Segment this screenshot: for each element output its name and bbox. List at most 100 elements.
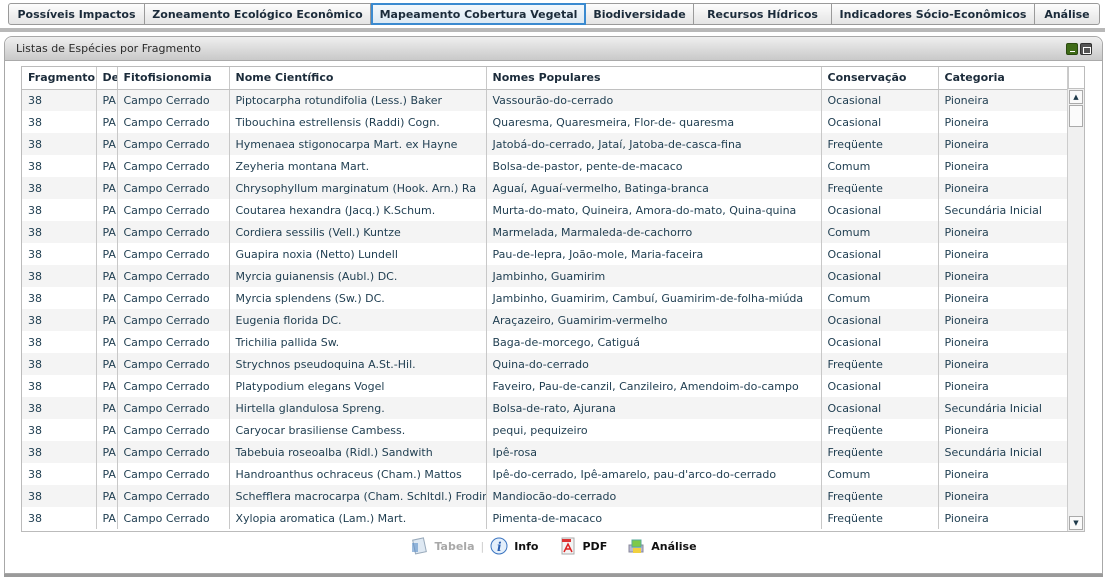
restore-icon[interactable] [1080, 43, 1092, 55]
tab-bar: Possíveis Impactos Zoneamento Ecológico … [8, 3, 1100, 25]
table-row[interactable]: 38 PA Campo Cerrado Hirtella glandulosa Spr… [22, 397, 1069, 419]
table-cell: Pioneira [938, 287, 1069, 309]
table-row[interactable]: 38 PA Campo Cerrado Piptocarpha rotundifoli… [22, 89, 1069, 111]
table-cell: Ocasional [821, 89, 939, 111]
table-row[interactable]: 38 PA Campo Cerrado Chrysophyllum marginatu… [22, 177, 1069, 199]
column-header[interactable]: De [96, 67, 118, 90]
table-row[interactable]: 38 PA Campo Cerrado Tibouchina estrellensis… [22, 111, 1069, 133]
pdf-icon [559, 537, 577, 555]
table-cell: Myrcia splendens (Sw.) DC. [229, 287, 487, 309]
table-row[interactable]: 38 PA Campo Cerrado Myrcia splendens (Sw.) … [22, 287, 1069, 309]
table-cell: Campo Cerrado [117, 199, 230, 221]
column-header[interactable]: Nome Científico [229, 67, 487, 90]
column-header[interactable]: Categoria [938, 67, 1069, 90]
table-cell: Pioneira [938, 353, 1069, 375]
species-table: FragmentoDeFitofisionomiaNome Científico… [21, 66, 1085, 532]
table-cell: Freqüente [821, 485, 939, 507]
table-cell: 38 [22, 287, 97, 309]
table-cell: 38 [22, 485, 97, 507]
table-cell: Ocasional [821, 243, 939, 265]
info-button[interactable]: i Info [490, 537, 539, 555]
panel-title: Listas de Espécies por Fragmento [16, 42, 201, 55]
table-cell: Eugenia florida DC. [229, 309, 487, 331]
table-cell: Pioneira [938, 375, 1069, 397]
table-cell: PA [96, 287, 118, 309]
table-cell: Campo Cerrado [117, 485, 230, 507]
table-cell: Campo Cerrado [117, 133, 230, 155]
table-cell: PA [96, 419, 118, 441]
footer-toolbar: Tabela | i Info PDF Análise [5, 537, 1102, 555]
bottom-border [4, 574, 1103, 577]
table-cell: Secundária Inicial [938, 441, 1069, 463]
table-cell: 38 [22, 243, 97, 265]
table-cell: 38 [22, 309, 97, 331]
table-row[interactable]: 38 PA Campo Cerrado Tabebuia roseoalba (Rid… [22, 441, 1069, 463]
table-row[interactable]: 38 PA Campo Cerrado Trichilia pallida Sw. Ba… [22, 331, 1069, 353]
table-cell: Bolsa-de-rato, Ajurana [486, 397, 822, 419]
table-cell: Chrysophyllum marginatum (Hook. Arn.) Ra [229, 177, 487, 199]
table-row[interactable]: 38 PA Campo Cerrado Myrcia guianensis (Aubl… [22, 265, 1069, 287]
table-cell: Pioneira [938, 507, 1069, 529]
table-cell: Faveiro, Pau-de-canzil, Canzileiro, Amen… [486, 375, 822, 397]
column-header[interactable]: Fitofisionomia [117, 67, 230, 90]
tab-mapeamento-cobertura-vegetal[interactable]: Mapeamento Cobertura Vegetal [371, 3, 586, 25]
info-icon: i [490, 537, 508, 555]
table-cell: Pioneira [938, 221, 1069, 243]
table-cell: Freqüente [821, 419, 939, 441]
scroll-up-button[interactable]: ▲ [1069, 90, 1083, 104]
table-cell: Strychnos pseudoquina A.St.-Hil. [229, 353, 487, 375]
analise-button[interactable]: Análise [627, 537, 697, 555]
tabela-button[interactable]: Tabela | [410, 537, 484, 555]
table-cell: PA [96, 221, 118, 243]
table-cell: 38 [22, 199, 97, 221]
table-row[interactable]: 38 PA Campo Cerrado Coutarea hexandra (Jacq… [22, 199, 1069, 221]
svg-text:i: i [497, 540, 502, 554]
table-cell: Ipê-do-cerrado, Ipê-amarelo, pau-d'arco-… [486, 463, 822, 485]
table-row[interactable]: 38 PA Campo Cerrado Schefflera macrocarpa (… [22, 485, 1069, 507]
table-cell: Ocasional [821, 199, 939, 221]
table-cell: Comum [821, 221, 939, 243]
scroll-thumb[interactable] [1069, 105, 1083, 127]
table-row[interactable]: 38 PA Campo Cerrado Caryocar brasiliense Ca… [22, 419, 1069, 441]
tab-recursos-hidricos[interactable]: Recursos Hídricos [694, 3, 832, 25]
table-cell: Pioneira [938, 243, 1069, 265]
table-row[interactable]: 38 PA Campo Cerrado Hymenaea stigonocarpa M… [22, 133, 1069, 155]
table-row[interactable]: 38 PA Campo Cerrado Cordiera sessilis (Vell… [22, 221, 1069, 243]
table-cell: Campo Cerrado [117, 177, 230, 199]
table-cell: Secundária Inicial [938, 397, 1069, 419]
table-row[interactable]: 38 PA Campo Cerrado Handroanthus ochraceus … [22, 463, 1069, 485]
table-cell: Handroanthus ochraceus (Cham.) Mattos [229, 463, 487, 485]
table-row[interactable]: 38 PA Campo Cerrado Guapira noxia (Netto) L… [22, 243, 1069, 265]
table-cell: Campo Cerrado [117, 507, 230, 529]
table-cell: Pioneira [938, 309, 1069, 331]
pdf-label: PDF [582, 539, 608, 553]
table-cell: Myrcia guianensis (Aubl.) DC. [229, 265, 487, 287]
vertical-scrollbar[interactable]: ▲ ▼ [1067, 89, 1084, 531]
column-header[interactable]: Nomes Populares [486, 67, 822, 90]
table-cell: Jatobá-do-cerrado, Jataí, Jatoba-de-casc… [486, 133, 822, 155]
table-cell: Campo Cerrado [117, 287, 230, 309]
tab-zoneamento[interactable]: Zoneamento Ecológico Econômico [145, 3, 371, 25]
table-cell: pequi, pequizeiro [486, 419, 822, 441]
table-row[interactable]: 38 PA Campo Cerrado Strychnos pseudoquina A… [22, 353, 1069, 375]
minimize-icon[interactable] [1066, 43, 1078, 55]
scroll-down-button[interactable]: ▼ [1069, 516, 1083, 530]
table-cell: Comum [821, 155, 939, 177]
tab-indicadores[interactable]: Indicadores Sócio-Econômicos [832, 3, 1035, 25]
tab-biodiversidade[interactable]: Biodiversidade [586, 3, 694, 25]
column-header[interactable]: Fragmento [22, 67, 97, 90]
column-header[interactable]: Conservação [821, 67, 939, 90]
table-row[interactable]: 38 PA Campo Cerrado Zeyheria montana Mart. B… [22, 155, 1069, 177]
table-cell: Campo Cerrado [117, 331, 230, 353]
table-cell: Freqüente [821, 441, 939, 463]
tab-possiveis-impactos[interactable]: Possíveis Impactos [8, 3, 145, 25]
panel-header: Listas de Espécies por Fragmento [5, 37, 1102, 61]
table-row[interactable]: 38 PA Campo Cerrado Xylopia aromatica (Lam.… [22, 507, 1069, 529]
pdf-button[interactable]: PDF [559, 537, 608, 555]
table-cell: Comum [821, 463, 939, 485]
table-cell: PA [96, 243, 118, 265]
table-row[interactable]: 38 PA Campo Cerrado Platypodium elegans Vog… [22, 375, 1069, 397]
table-cell: Ocasional [821, 331, 939, 353]
table-row[interactable]: 38 PA Campo Cerrado Eugenia florida DC. Araç… [22, 309, 1069, 331]
tab-analise[interactable]: Análise [1035, 3, 1100, 25]
